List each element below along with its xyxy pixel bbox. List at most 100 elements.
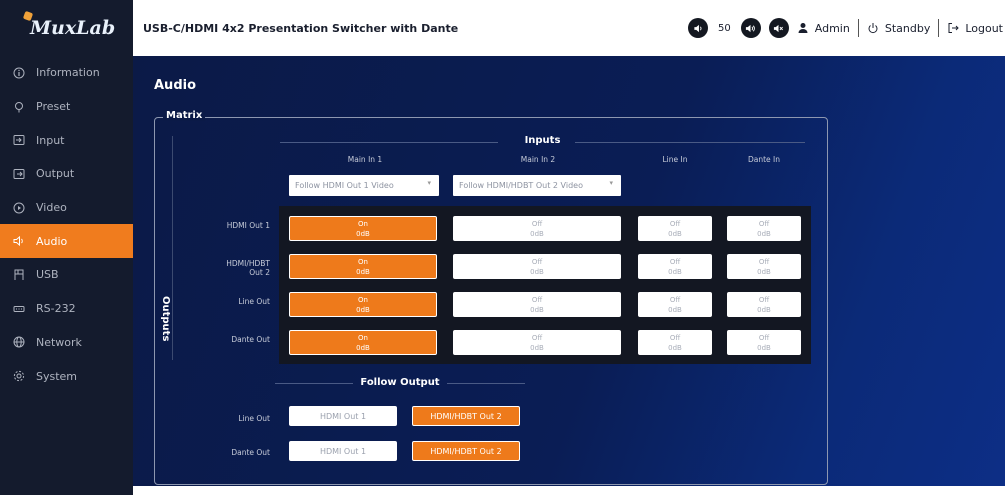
logo: MuxLab: [0, 0, 133, 56]
outputs-bracket: [172, 136, 173, 360]
page-title: Audio: [154, 78, 197, 93]
sidebar-item-label: Audio: [36, 234, 68, 248]
sidebar-item-usb[interactable]: USB: [0, 258, 133, 292]
info-icon: [12, 66, 26, 80]
sidebar-item-input[interactable]: Input: [0, 123, 133, 157]
row-label: Line Out: [238, 297, 270, 306]
sidebar-item-label: Input: [36, 133, 65, 147]
sidebar-item-label: System: [36, 369, 78, 383]
volume-value: 50: [718, 22, 731, 34]
logout-label: Logout: [965, 21, 1003, 35]
volume-down-icon: [693, 24, 702, 32]
inputs-label: Inputs: [524, 135, 561, 146]
standby-button[interactable]: Standby: [867, 22, 930, 35]
select-value: Follow HDMI Out 1 Video: [295, 181, 394, 190]
sidebar-item-label: Network: [36, 335, 82, 349]
video-icon: [12, 201, 26, 215]
usb-icon: [12, 268, 26, 282]
chevron-down-icon: ▾: [609, 179, 613, 187]
sidebar-item-label: Information: [36, 66, 100, 80]
sidebar-item-preset[interactable]: Preset: [0, 90, 133, 124]
power-icon: [868, 23, 878, 34]
logo-text: MuxLab: [30, 17, 116, 39]
sidebar-item-label: RS-232: [36, 302, 76, 316]
logout-button[interactable]: Logout: [947, 22, 1003, 35]
main-in-2-follow-select[interactable]: Follow HDMI/HDBT Out 2 Video ▾: [453, 175, 621, 196]
topbar: USB-C/HDMI 4x2 Presentation Switcher wit…: [133, 0, 1005, 56]
matrix-cell[interactable]: Off 0dB: [727, 254, 801, 279]
device-title: USB-C/HDMI 4x2 Presentation Switcher wit…: [143, 21, 459, 35]
matrix-cell[interactable]: On 0dB: [289, 330, 437, 355]
logout-icon: [948, 23, 960, 33]
matrix-cell[interactable]: Off 0dB: [453, 254, 621, 279]
volume-down-button[interactable]: [688, 18, 709, 38]
matrix-cell[interactable]: Off 0dB: [638, 330, 712, 355]
sidebar-item-label: USB: [36, 268, 59, 282]
matrix-cell[interactable]: On 0dB: [289, 292, 437, 317]
matrix-cell[interactable]: Off 0dB: [727, 330, 801, 355]
follow-output-header: Follow Output: [275, 374, 525, 394]
divider: [857, 19, 859, 37]
follow-output-title: Follow Output: [360, 377, 440, 388]
inputs-header: Inputs: [280, 134, 805, 154]
footer-strip: [133, 486, 1005, 495]
column-header: Main In 1: [347, 155, 383, 164]
follow-line-out-hdbt-out-2-button[interactable]: HDMI/HDBT Out 2: [412, 406, 520, 426]
row-label: Dante Out: [231, 448, 270, 457]
divider: [938, 19, 940, 37]
main-in-1-follow-select[interactable]: Follow HDMI Out 1 Video ▾: [289, 175, 439, 196]
matrix-cell[interactable]: Off 0dB: [638, 292, 712, 317]
follow-dante-out-hdbt-out-2-button[interactable]: HDMI/HDBT Out 2: [412, 441, 520, 461]
user-menu[interactable]: Admin: [797, 22, 850, 35]
topbar-controls: 50 Admin Standby Logout: [684, 0, 1003, 56]
follow-line-out-hdmi-out-1-button[interactable]: HDMI Out 1: [289, 406, 397, 426]
sidebar-item-video[interactable]: Video: [0, 191, 133, 225]
sidebar-item-network[interactable]: Network: [0, 326, 133, 360]
sidebar-item-label: Output: [36, 167, 75, 181]
sidebar-item-system[interactable]: System: [0, 359, 133, 393]
output-icon: [12, 167, 26, 181]
outputs-label: Outputs: [160, 296, 171, 342]
sidebar-item-audio[interactable]: Audio: [0, 224, 133, 259]
sidebar-item-label: Preset: [36, 100, 71, 114]
follow-dante-out-hdmi-out-1-button[interactable]: HDMI Out 1: [289, 441, 397, 461]
row-label: Line Out: [238, 414, 270, 423]
matrix-cell[interactable]: Off 0dB: [453, 330, 621, 355]
row-label: Dante Out: [231, 335, 270, 344]
matrix-cell[interactable]: Off 0dB: [638, 216, 712, 241]
sidebar-nav: Information Preset Input Output Video Au…: [0, 56, 133, 393]
preset-icon: [12, 100, 26, 114]
matrix-cell[interactable]: Off 0dB: [453, 216, 621, 241]
mute-icon: [774, 24, 784, 32]
row-label: HDMI/HDBT Out 2: [226, 259, 270, 277]
input-icon: [12, 133, 26, 147]
chevron-down-icon: ▾: [427, 179, 431, 187]
matrix-cell[interactable]: On 0dB: [289, 216, 437, 241]
mute-button[interactable]: [768, 18, 789, 38]
matrix-panel: Matrix Inputs Main In 1 Main In 2 Line I…: [154, 110, 828, 485]
volume-up-icon: [746, 24, 756, 32]
sidebar-item-output[interactable]: Output: [0, 157, 133, 191]
column-header: Line In: [662, 155, 688, 164]
volume-up-button[interactable]: [740, 18, 761, 38]
matrix-cell[interactable]: Off 0dB: [453, 292, 621, 317]
audio-icon: [12, 234, 26, 248]
system-icon: [12, 369, 26, 383]
matrix-cell[interactable]: Off 0dB: [727, 216, 801, 241]
standby-label: Standby: [884, 21, 931, 35]
matrix-legend: Matrix: [163, 110, 206, 121]
sidebar: MuxLab Information Preset Input Output V…: [0, 0, 133, 495]
select-value: Follow HDMI/HDBT Out 2 Video: [459, 181, 583, 190]
user-icon: [798, 23, 808, 33]
matrix-cell[interactable]: Off 0dB: [727, 292, 801, 317]
row-label: HDMI Out 1: [226, 221, 270, 230]
matrix-cell[interactable]: Off 0dB: [638, 254, 712, 279]
user-name: Admin: [814, 21, 850, 35]
main-content: Audio Matrix Inputs Main In 1 Main In 2 …: [133, 56, 1005, 495]
matrix-cell[interactable]: On 0dB: [289, 254, 437, 279]
sidebar-item-label: Video: [36, 201, 67, 215]
column-header: Main In 2: [520, 155, 556, 164]
network-icon: [12, 335, 26, 349]
sidebar-item-information[interactable]: Information: [0, 56, 133, 90]
sidebar-item-rs232[interactable]: RS-232: [0, 292, 133, 326]
